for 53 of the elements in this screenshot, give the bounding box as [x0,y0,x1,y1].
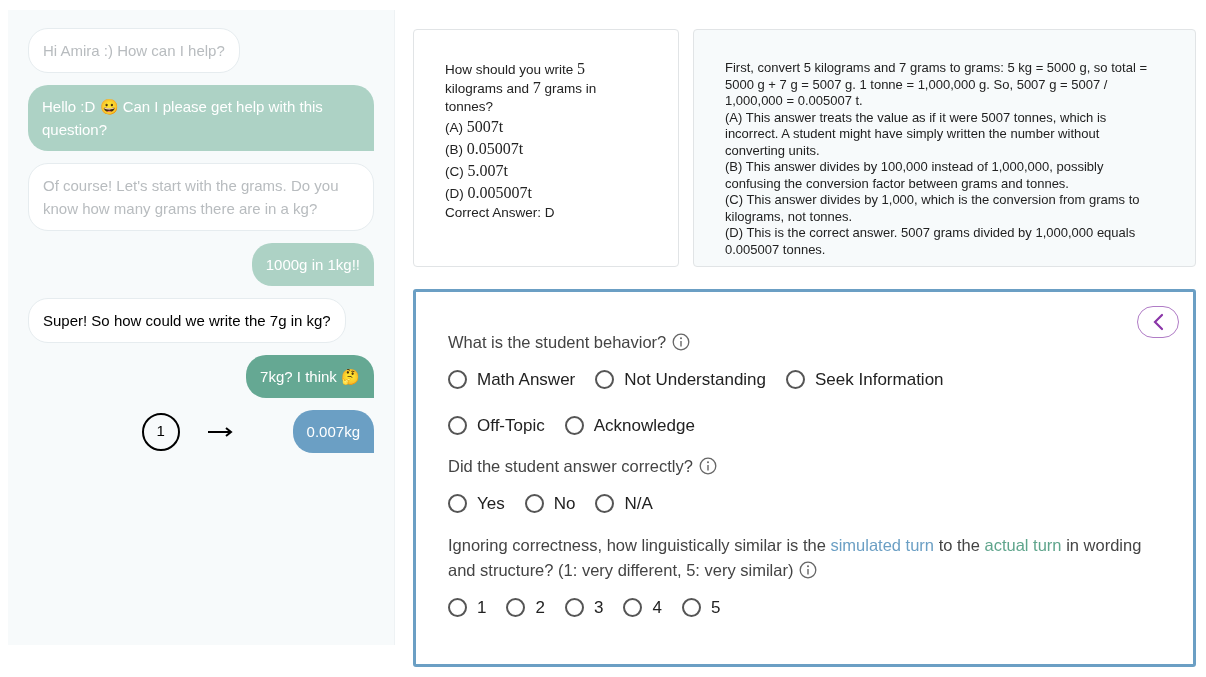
radio-button[interactable] [448,415,467,435]
chat-bubble: Super! So how could we write the 7g in kg? [28,298,346,343]
radio-option[interactable]: Not Understanding [595,367,767,393]
radio-button[interactable] [595,494,615,514]
radio-option[interactable]: Math Answer [448,367,576,393]
radio-button[interactable] [448,494,467,514]
info-icon[interactable] [698,457,717,475]
radio-button[interactable] [595,370,615,390]
radio-option[interactable]: 4 [623,594,662,620]
radio-button[interactable] [448,370,467,390]
radio-button[interactable] [506,597,526,617]
form-question: What is the student behavior? [448,330,1148,355]
chat-bubble: 0.007kg [292,410,374,453]
radio-option[interactable]: Seek Information [786,367,944,393]
chat-bubble: Of course! Let's start with the grams. Do you know how many grams there are in a kg? [28,163,374,231]
radio-button[interactable] [681,597,701,617]
explanation-text: (A) This answer treats the value as if it were 5007 tonnes, which is incorrect. A student might have simply written the number without converting units. [725,109,1108,159]
radio-button[interactable] [623,597,643,617]
chat-bubble: Hello :D 😀 Can I please get help with this question? [28,85,374,151]
answer-option: (D) 0.005007t [445,182,664,204]
radio-option[interactable]: N/A [595,491,653,517]
chat-bubble: 1000g in 1kg!! [251,243,374,286]
info-icon[interactable] [672,333,691,351]
radio-option[interactable]: No [524,491,576,517]
arrow-icon [207,426,234,437]
radio-option[interactable]: 3 [564,594,604,620]
radio-button[interactable] [448,597,467,617]
explanation-text: (B) This answer divides by 100,000 instead of 1,000,000, possibly confusing the conversion factor between grams and tonnes. [725,159,1105,192]
explanation-text: (C) This answer divides by 1,000, which is the conversion from grams to kilograms, not tonnes. [725,192,1141,225]
radio-button[interactable] [564,597,584,617]
correct-answer: Correct Answer: D [445,204,556,222]
chat-bubble: Hi Amira :) How can I help? [28,28,240,73]
chevron-left-icon [1152,313,1164,331]
form-question: Ignoring correctness, how linguistically similar is the simulated turn to the actual turn in wording and structure? (1: very different, 5: very similar) [448,534,1143,581]
answer-option: (A) 5007t [445,116,664,138]
radio-option[interactable]: 5 [681,594,721,620]
answer-option: (C) 5.007t [445,160,664,182]
radio-button[interactable] [524,494,544,514]
radio-option[interactable]: Yes [448,491,505,517]
radio-option[interactable]: Acknowledge [564,412,695,438]
explanation-text: First, convert 5 kilograms and 7 grams to grams: 5 kg = 5000 g, so total = 5000 g + 7 g = 5007 g. 1 tonne = 1,000,000 g. So, 5007 g = 5007 / 1,000,000 = 0.005007 t. [725,60,1148,110]
radio-option[interactable]: 2 [506,594,545,620]
info-icon[interactable] [799,560,818,579]
radio-option[interactable]: 1 [448,594,487,620]
radio-button[interactable] [786,370,806,390]
number-marker: 1 [141,412,180,451]
explanation-text: (D) This is the correct answer. 5007 grams divided by 1,000,000 equals 0.005007 tonnes. [725,225,1137,258]
radio-button[interactable] [564,415,584,435]
form-question: Did the student answer correctly? [448,454,1148,479]
chat-bubble: 7kg? I think 🤔 [246,355,374,398]
answer-option: (B) 0.05007t [445,138,664,160]
radio-option[interactable]: Off-Topic [448,412,545,438]
question-text: How should you write 5 kilograms and 7 grams in tonnes? [445,60,598,116]
